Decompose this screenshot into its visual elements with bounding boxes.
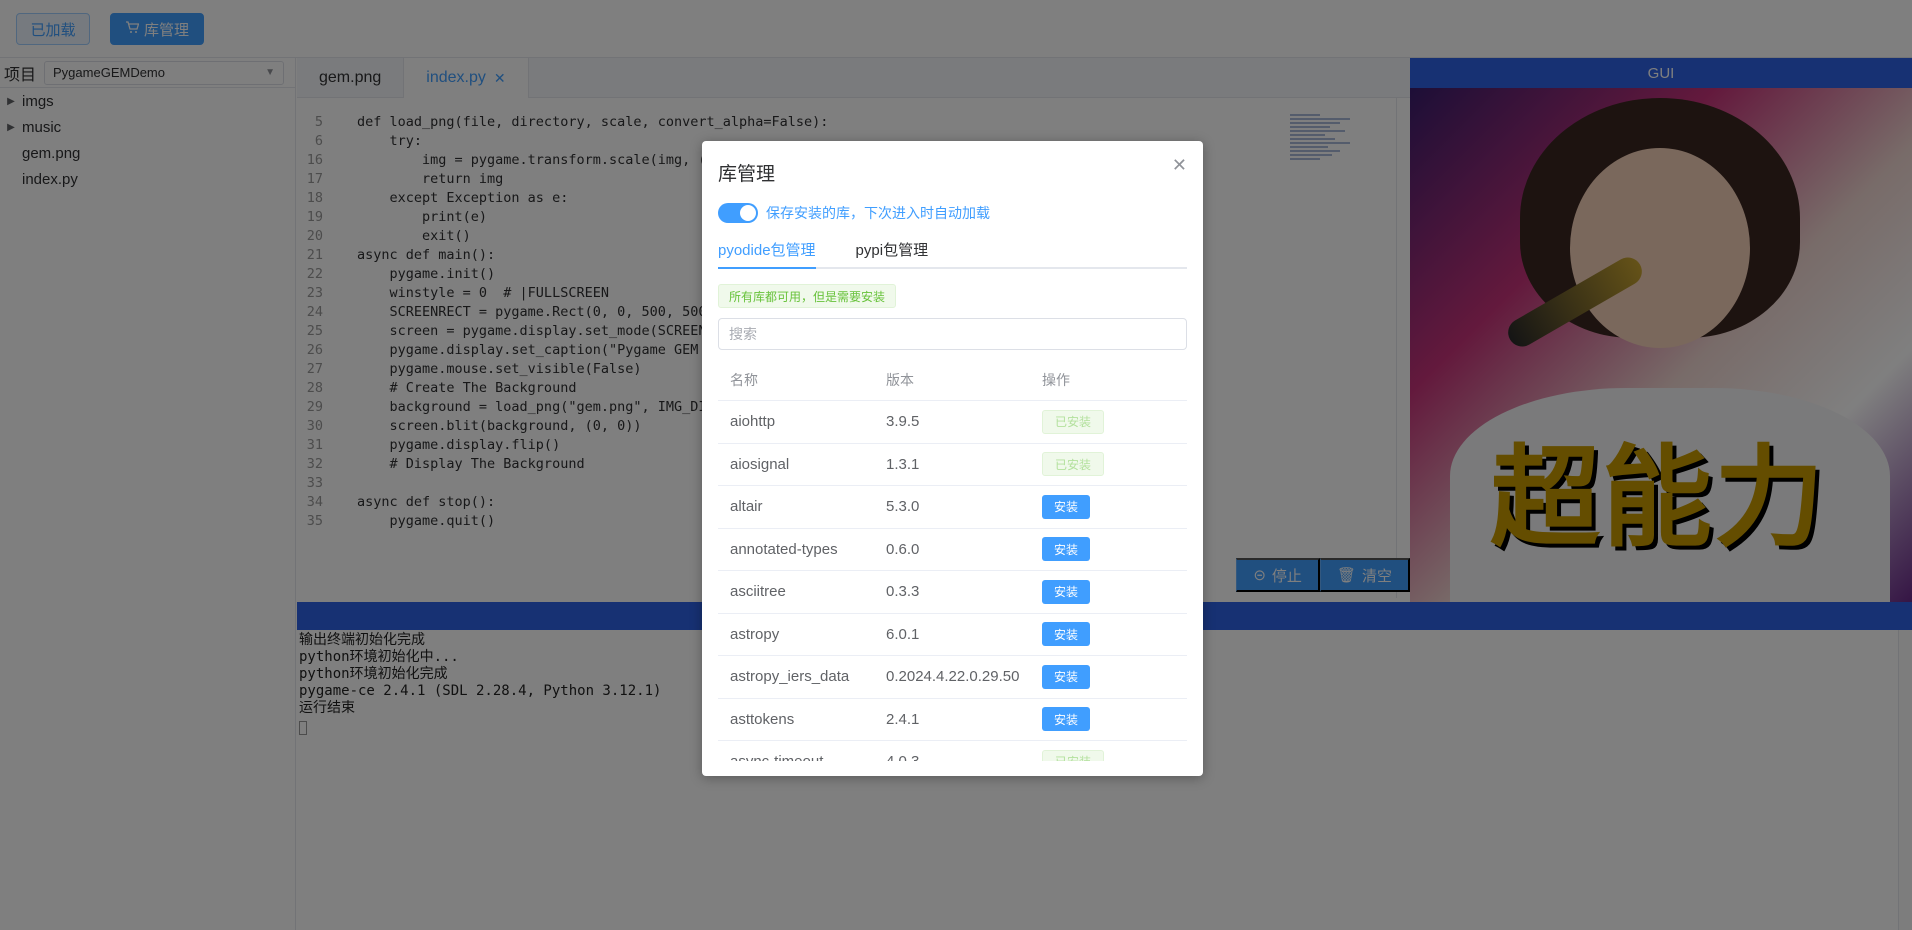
column-version: 版本: [886, 371, 914, 388]
package-action-cell: 安装: [1030, 622, 1187, 647]
table-header: 名称 版本 操作: [718, 359, 1187, 401]
package-action-cell: 安装: [1030, 494, 1187, 519]
table-row: astropy 6.0.1 安装: [718, 614, 1187, 656]
installed-button: 已安装: [1042, 452, 1105, 477]
package-version: 6.0.1: [886, 625, 920, 643]
install-button[interactable]: 安装: [1042, 707, 1091, 732]
table-row: astropy_iers_data 0.2024.4.22.0.29.50 安装: [718, 656, 1187, 699]
package-name: async-timeout: [718, 753, 874, 761]
availability-notice: 所有库都可用，但是需要安装: [718, 284, 897, 308]
autoload-row: 保存安装的库，下次进入时自动加载: [718, 203, 990, 223]
package-name: annotated-types: [730, 540, 838, 558]
table-row: asttokens 2.4.1 安装: [718, 699, 1187, 741]
installed-button: 已安装: [1042, 409, 1105, 434]
package-name: astropy: [730, 625, 780, 643]
close-icon[interactable]: ✕: [1172, 155, 1187, 176]
column-action: 操作: [1042, 371, 1070, 388]
package-action-cell: 已安装: [1030, 409, 1187, 434]
dialog-tabs: pyodide包管理 pypi包管理: [718, 237, 1187, 269]
table-body: aiohttp 3.9.5 已安装 aiosignal 1.3.1 已安装 altair 5.…: [718, 401, 1187, 761]
package-action-cell: 安装: [1030, 707, 1187, 732]
table-row: aiohttp 3.9.5 已安装: [718, 401, 1187, 444]
package-version: 0.6.0: [886, 540, 920, 558]
package-action-cell: 已安装: [1030, 749, 1187, 761]
package-name: astropy_iers_data: [730, 668, 850, 686]
package-version: 2.4.1: [886, 710, 920, 728]
install-button[interactable]: 安装: [1042, 579, 1091, 604]
dialog-title: 库管理: [718, 164, 776, 185]
library-manager-dialog: 库管理 ✕ 保存安装的库，下次进入时自动加载 pyodide包管理 pypi包管…: [702, 141, 1203, 776]
package-name: aiosignal: [730, 455, 790, 473]
package-action-cell: 安装: [1030, 579, 1187, 604]
install-button[interactable]: 安装: [1042, 664, 1091, 689]
table-row: async-timeout4.0.3 已安装: [718, 741, 1187, 761]
package-action-cell: 安装: [1030, 537, 1187, 562]
installed-button: 已安装: [1042, 749, 1105, 761]
package-version: 0.3.3: [886, 583, 920, 601]
autoload-toggle[interactable]: [718, 203, 758, 223]
package-version: 3.9.5: [886, 413, 920, 431]
package-name: asciitree: [730, 583, 786, 601]
column-name: 名称: [730, 371, 758, 388]
install-button[interactable]: 安装: [1042, 537, 1091, 562]
tab-pypi[interactable]: pypi包管理: [856, 237, 929, 269]
package-table: 名称 版本 操作 aiohttp 3.9.5 已安装 aiosignal 1.3.1 已安…: [718, 359, 1187, 761]
package-name: aiohttp: [730, 413, 776, 431]
package-version: 4.0.3: [874, 753, 1030, 761]
package-action-cell: 已安装: [1030, 452, 1187, 477]
install-button[interactable]: 安装: [1042, 494, 1091, 519]
package-search-input[interactable]: [718, 318, 1187, 350]
install-button[interactable]: 安装: [1042, 622, 1091, 647]
package-name: altair: [730, 498, 763, 516]
package-version: 0.2024.4.22.0.29.50: [886, 668, 1020, 686]
package-version: 5.3.0: [886, 498, 920, 516]
package-version: 1.3.1: [886, 455, 920, 473]
table-row: annotated-types 0.6.0 安装: [718, 529, 1187, 571]
autoload-label: 保存安装的库，下次进入时自动加载: [766, 205, 990, 221]
package-name: asttokens: [730, 710, 795, 728]
tab-pyodide[interactable]: pyodide包管理: [718, 237, 816, 269]
table-row: altair 5.3.0 安装: [718, 486, 1187, 529]
package-action-cell: 安装: [1030, 664, 1187, 689]
table-row: aiosignal 1.3.1 已安装: [718, 444, 1187, 486]
table-row: asciitree 0.3.3 安装: [718, 571, 1187, 614]
